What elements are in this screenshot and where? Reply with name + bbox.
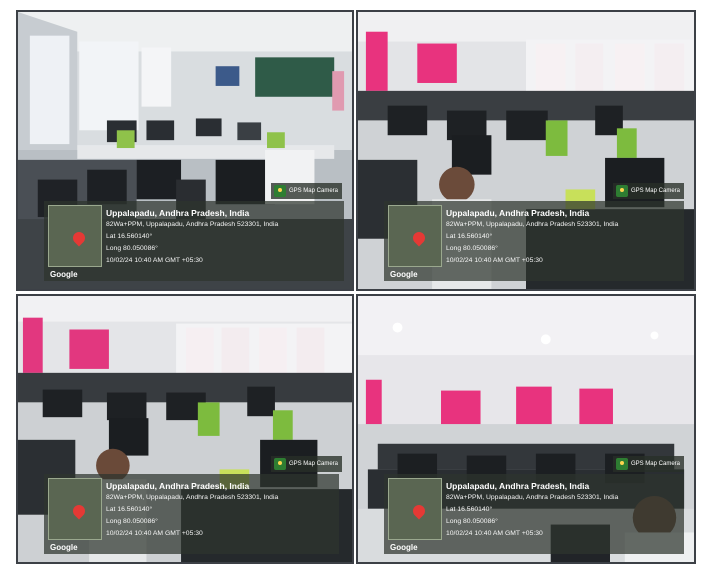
gps-camera-stamp: GPS Map Camera	[270, 456, 342, 472]
location-title: Uppalapadu, Andhra Pradesh, India	[446, 208, 590, 218]
latitude-text: Lat 16.560140°	[446, 506, 493, 513]
gps-camera-icon	[615, 458, 628, 470]
map-pin-icon	[70, 502, 88, 520]
map-pin-icon	[410, 502, 428, 520]
gps-camera-icon	[615, 185, 628, 197]
address-text: 82Wa+PPM, Uppalapadu, Andhra Pradesh 523…	[446, 221, 619, 228]
longitude-text: Long 80.050086°	[106, 518, 158, 525]
latitude-text: Lat 16.560140°	[446, 233, 493, 240]
address-text: 82Wa+PPM, Uppalapadu, Andhra Pradesh 523…	[106, 221, 279, 228]
photo-collage: Google Uppalapadu, Andhra Pradesh, India…	[0, 0, 708, 570]
location-title: Uppalapadu, Andhra Pradesh, India	[446, 481, 590, 491]
gps-camera-label: GPS Map Camera	[288, 461, 338, 467]
address-text: 82Wa+PPM, Uppalapadu, Andhra Pradesh 523…	[106, 494, 279, 501]
latitude-text: Lat 16.560140°	[106, 233, 153, 240]
latitude-text: Lat 16.560140°	[106, 506, 153, 513]
gps-camera-stamp: GPS Map Camera	[612, 456, 684, 472]
map-brand-label: Google	[50, 270, 78, 279]
gps-camera-label: GPS Map Camera	[630, 188, 680, 194]
map-thumbnail	[48, 478, 102, 540]
longitude-text: Long 80.050086°	[446, 245, 498, 252]
gps-camera-stamp: GPS Map Camera	[612, 183, 684, 199]
photo-computer-lab-2: Google Uppalapadu, Andhra Pradesh, India…	[356, 10, 696, 291]
gps-camera-icon	[273, 458, 286, 470]
geotag-overlay: Google Uppalapadu, Andhra Pradesh, India…	[44, 474, 339, 554]
geotag-overlay: Google Uppalapadu, Andhra Pradesh, India…	[44, 201, 344, 281]
gps-camera-label: GPS Map Camera	[630, 461, 680, 467]
map-pin-icon	[70, 229, 88, 247]
datetime-text: 10/02/24 10:40 AM GMT +05:30	[106, 530, 203, 537]
gps-camera-icon	[273, 185, 286, 197]
gps-camera-label: GPS Map Camera	[288, 188, 338, 194]
photo-computer-lab-1: Google Uppalapadu, Andhra Pradesh, India…	[16, 10, 354, 291]
map-pin-icon	[410, 229, 428, 247]
map-thumbnail	[388, 478, 442, 540]
longitude-text: Long 80.050086°	[106, 245, 158, 252]
gps-camera-stamp: GPS Map Camera	[270, 183, 342, 199]
photo-computer-lab-3: Google Uppalapadu, Andhra Pradesh, India…	[16, 294, 354, 564]
datetime-text: 10/02/24 10:40 AM GMT +05:30	[446, 257, 543, 264]
address-text: 82Wa+PPM, Uppalapadu, Andhra Pradesh 523…	[446, 494, 619, 501]
location-title: Uppalapadu, Andhra Pradesh, India	[106, 208, 250, 218]
map-thumbnail	[48, 205, 102, 267]
geotag-overlay: Google Uppalapadu, Andhra Pradesh, India…	[384, 474, 684, 554]
geotag-overlay: Google Uppalapadu, Andhra Pradesh, India…	[384, 201, 684, 281]
datetime-text: 10/02/24 10:40 AM GMT +05:30	[446, 530, 543, 537]
map-brand-label: Google	[50, 543, 78, 552]
map-thumbnail	[388, 205, 442, 267]
location-title: Uppalapadu, Andhra Pradesh, India	[106, 481, 250, 491]
datetime-text: 10/02/24 10:40 AM GMT +05:30	[106, 257, 203, 264]
longitude-text: Long 80.050086°	[446, 518, 498, 525]
map-brand-label: Google	[390, 543, 418, 552]
photo-computer-lab-4: Google Uppalapadu, Andhra Pradesh, India…	[356, 294, 696, 564]
map-brand-label: Google	[390, 270, 418, 279]
